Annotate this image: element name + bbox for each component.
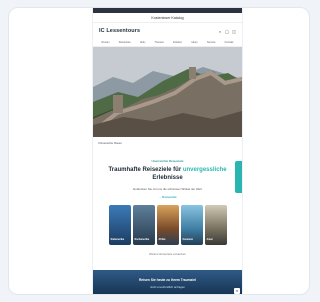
destination-tile[interactable]: Afrika xyxy=(156,205,179,245)
nav-item[interactable]: Kontakt xyxy=(225,41,234,44)
tile-label: Südamerika xyxy=(110,238,125,241)
tile-label: Asien xyxy=(206,238,214,241)
destinations-link[interactable]: → Reiseziele xyxy=(93,195,242,199)
website-preview: Kostenloser Katalog IC Lessentours ⌕ ◯ ◫… xyxy=(93,8,242,294)
footer-title: Reisen Sie heute zu Ihrem Traumziel xyxy=(139,278,196,282)
announcement-bar[interactable]: Kostenloser Katalog xyxy=(93,13,242,23)
tile-label: Ozeanien xyxy=(182,238,194,241)
user-icon[interactable]: ◯ xyxy=(225,29,229,34)
chat-icon[interactable]: ✉ xyxy=(234,288,240,294)
site-header: IC Lessentours ⌕ ◯ ◫ xyxy=(93,23,242,39)
nav-item[interactable]: Ideen xyxy=(191,41,198,44)
search-icon[interactable]: ⌕ xyxy=(218,29,222,34)
nav-item[interactable]: Service xyxy=(207,41,216,44)
main-nav: Reisen Reiseziele Aktiv Themen Erleben I… xyxy=(93,39,242,47)
destination-tile[interactable]: Südamerika xyxy=(108,205,131,245)
destination-tile[interactable]: Asien xyxy=(204,205,227,245)
section-eyebrow: Unerreichte Reiseziele xyxy=(151,159,184,163)
intro-section: Unerreichte Reiseziele Traumhafte Reisez… xyxy=(93,149,242,199)
more-destinations-link[interactable]: Weitere Reiseziele entdecken xyxy=(93,252,242,256)
hero-image xyxy=(93,47,242,137)
footer-banner: Reisen Sie heute zu Ihrem Traumziel Jetz… xyxy=(93,270,242,294)
nav-item[interactable]: Reiseziele xyxy=(119,41,131,44)
hero-caption: Chinesische Mauer xyxy=(98,141,122,145)
brand-logo[interactable]: IC Lessentours xyxy=(99,28,140,34)
headline-start: Traumhafte Reiseziele für xyxy=(108,167,182,173)
great-wall-illustration xyxy=(93,47,242,137)
destination-tile[interactable]: Ozeanien xyxy=(180,205,203,245)
preview-card: Kostenloser Katalog IC Lessentours ⌕ ◯ ◫… xyxy=(8,7,310,295)
nav-item[interactable]: Reisen xyxy=(102,41,110,44)
footer-subtitle[interactable]: Jetzt unverbindlich anfragen xyxy=(93,285,242,289)
feedback-tab[interactable] xyxy=(235,161,242,193)
destination-tile[interactable]: Nordamerika xyxy=(132,205,155,245)
header-icons: ⌕ ◯ ◫ xyxy=(218,29,236,34)
section-headline: Traumhafte Reiseziele für unvergessliche… xyxy=(108,167,228,182)
headline-accent: unvergessliche xyxy=(182,167,227,173)
nav-item[interactable]: Aktiv xyxy=(140,41,146,44)
tile-label: Nordamerika xyxy=(134,238,150,241)
section-subline: Entdecken Sie mit uns die schönsten Wink… xyxy=(133,187,202,191)
nav-item[interactable]: Themen xyxy=(155,41,165,44)
tile-label: Afrika xyxy=(158,238,166,241)
headline-end: Erlebnisse xyxy=(152,174,183,181)
bag-icon[interactable]: ◫ xyxy=(232,29,236,34)
nav-item[interactable]: Erleben xyxy=(173,41,182,44)
destination-tiles: Südamerika Nordamerika Afrika Ozeanien A… xyxy=(93,205,242,245)
